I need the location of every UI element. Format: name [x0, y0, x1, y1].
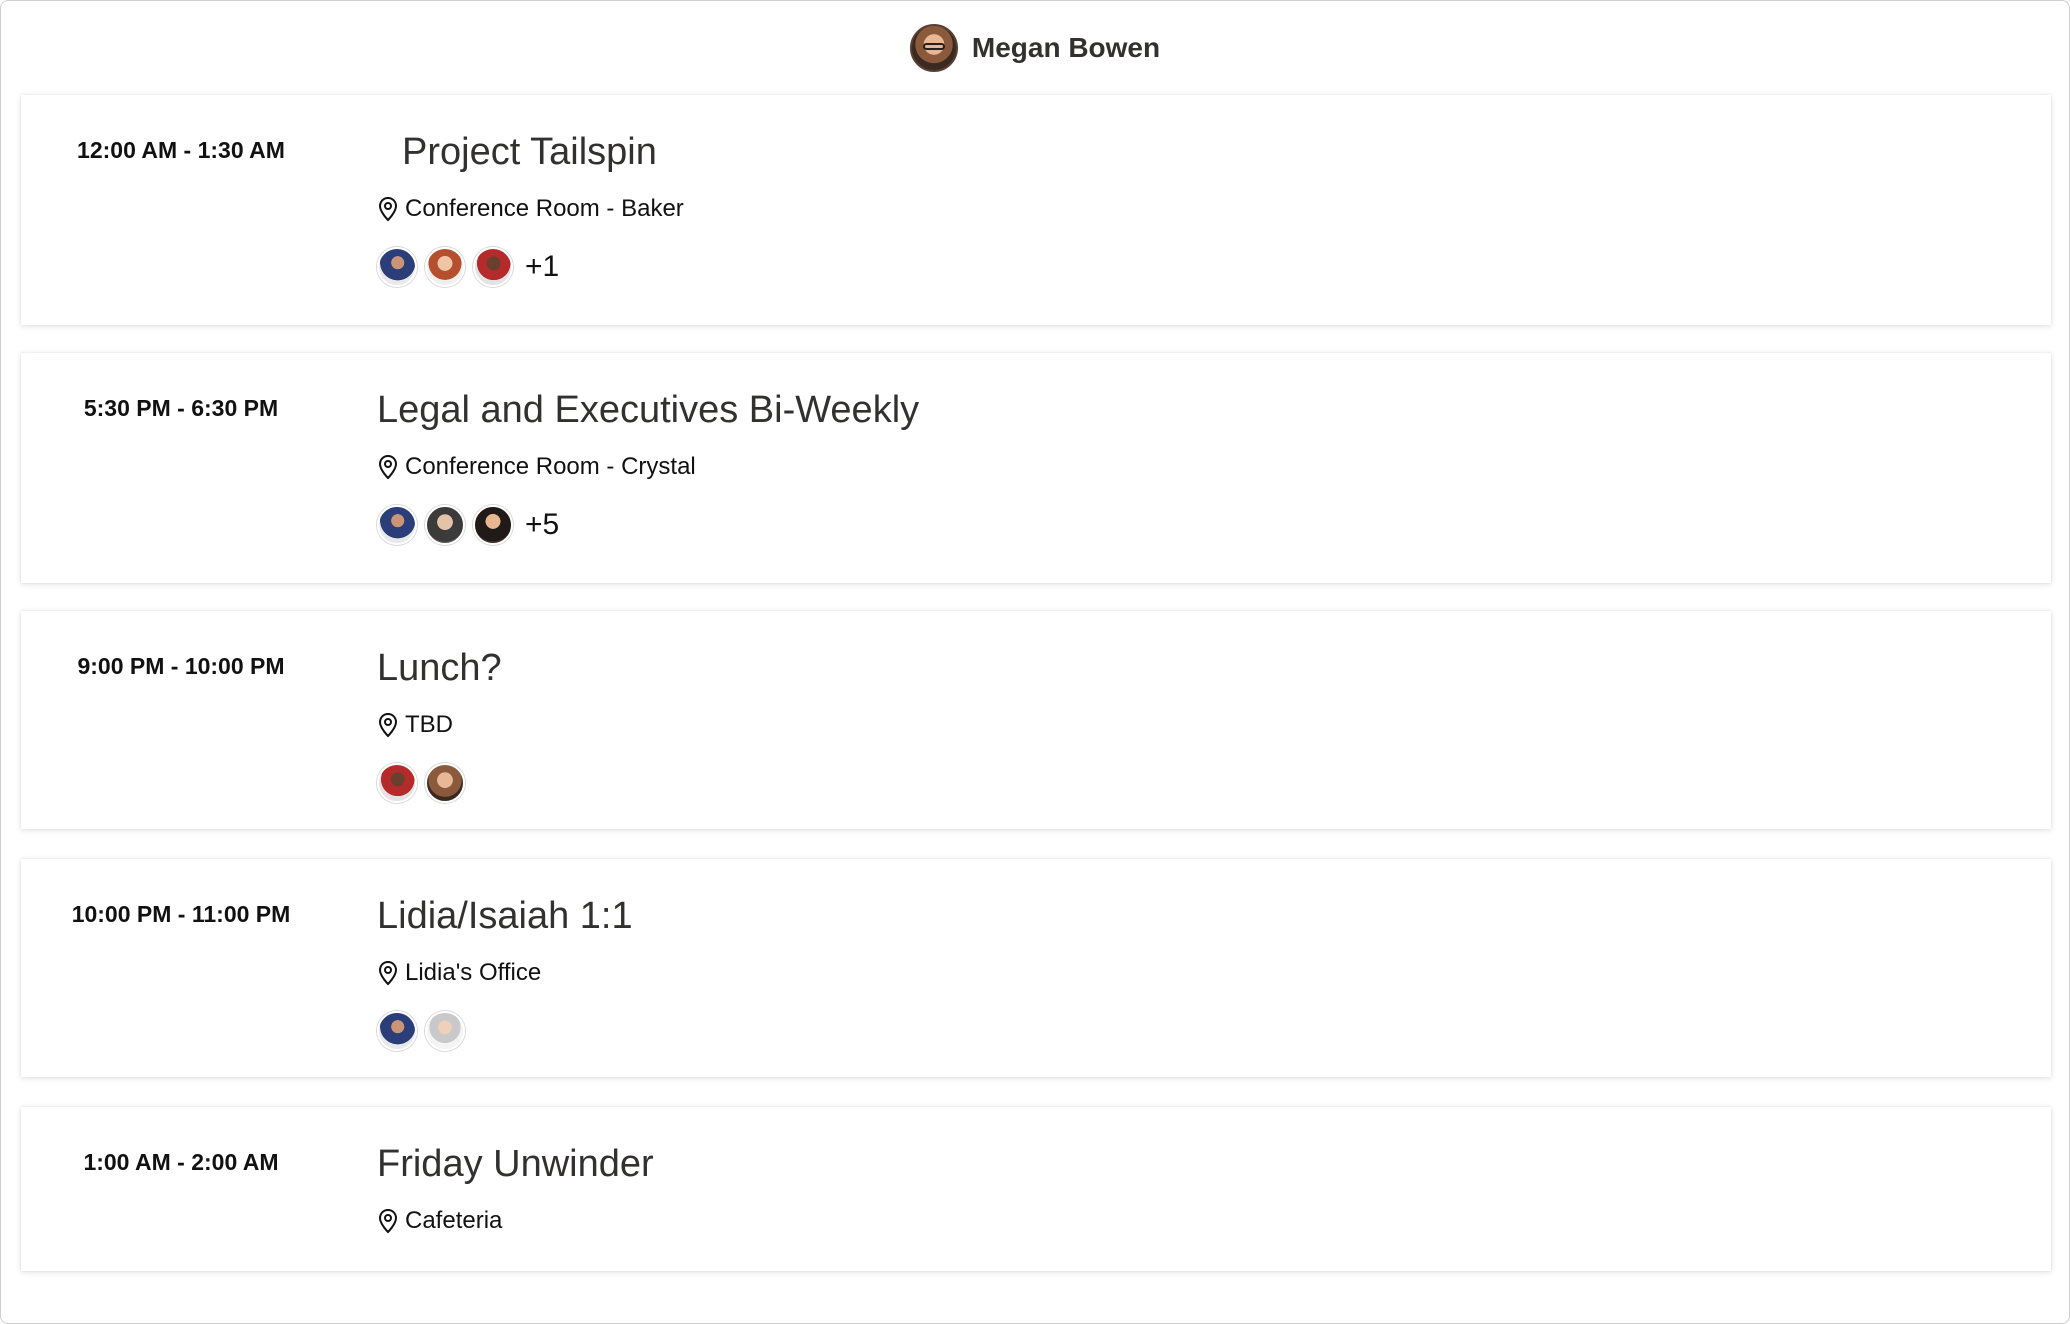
attendee-list: +5 [377, 505, 559, 545]
event-card[interactable]: 12:00 AM - 1:30 AM Project Tailspin Conf… [21, 95, 2051, 325]
location-pin-icon [378, 960, 398, 986]
event-time: 12:00 AM - 1:30 AM [77, 137, 285, 163]
event-title[interactable]: Lunch? [377, 647, 502, 690]
location-pin-icon [378, 712, 398, 738]
location-pin-icon [378, 196, 398, 222]
event-location: TBD [377, 711, 453, 739]
attendee-list: +1 [377, 247, 559, 287]
event-location-label: Cafeteria [405, 1207, 503, 1234]
event-card[interactable]: 10:00 PM - 11:00 PM Lidia/Isaiah 1:1 Lid… [21, 859, 2051, 1077]
event-time: 10:00 PM - 11:00 PM [71, 901, 291, 927]
event-card[interactable]: 1:00 AM - 2:00 AM Friday Unwinder Cafete… [21, 1107, 2051, 1271]
event-location: Conference Room - Baker [377, 195, 684, 223]
event-card[interactable]: 9:00 PM - 10:00 PM Lunch? TBD [21, 611, 2051, 829]
event-location-label: Conference Room - Baker [405, 195, 684, 222]
agenda-header: Megan Bowen [1, 1, 2069, 95]
attendee-avatar[interactable] [377, 763, 417, 803]
event-time: 9:00 PM - 10:00 PM [77, 653, 285, 679]
event-location-label: Lidia's Office [405, 959, 542, 986]
event-card[interactable]: 5:30 PM - 6:30 PM Legal and Executives B… [21, 353, 2051, 583]
attendee-avatar[interactable] [473, 247, 513, 287]
event-title[interactable]: Lidia/Isaiah 1:1 [377, 895, 633, 938]
user-name: Megan Bowen [971, 32, 1161, 63]
attendee-list [377, 1011, 465, 1051]
attendee-avatar[interactable] [425, 1011, 465, 1051]
event-location: Lidia's Office [377, 959, 541, 987]
attendee-avatar[interactable] [377, 247, 417, 287]
user-avatar[interactable] [909, 24, 958, 72]
location-pin-icon [378, 1208, 398, 1234]
attendee-avatar[interactable] [425, 505, 465, 545]
event-location-label: Conference Room - Crystal [405, 453, 696, 480]
event-title[interactable]: Project Tailspin [402, 131, 657, 174]
event-location: Cafeteria [377, 1207, 502, 1235]
location-pin-icon [378, 454, 398, 480]
attendee-avatar[interactable] [473, 505, 513, 545]
attendee-avatar[interactable] [377, 1011, 417, 1051]
event-location: Conference Room - Crystal [377, 453, 696, 481]
event-location-label: TBD [405, 711, 453, 738]
event-time: 1:00 AM - 2:00 AM [83, 1149, 279, 1175]
attendee-avatar[interactable] [425, 247, 465, 287]
event-time: 5:30 PM - 6:30 PM [83, 395, 279, 421]
more-attendees-count[interactable]: +5 [525, 508, 559, 542]
agenda-frame: Megan Bowen 12:00 AM - 1:30 AM Project T… [0, 0, 2070, 1324]
event-title[interactable]: Legal and Executives Bi-Weekly [377, 389, 919, 432]
more-attendees-count[interactable]: +1 [525, 250, 559, 284]
attendee-avatar[interactable] [377, 505, 417, 545]
event-title[interactable]: Friday Unwinder [377, 1143, 654, 1186]
attendee-list [377, 763, 465, 803]
attendee-avatar[interactable] [425, 763, 465, 803]
